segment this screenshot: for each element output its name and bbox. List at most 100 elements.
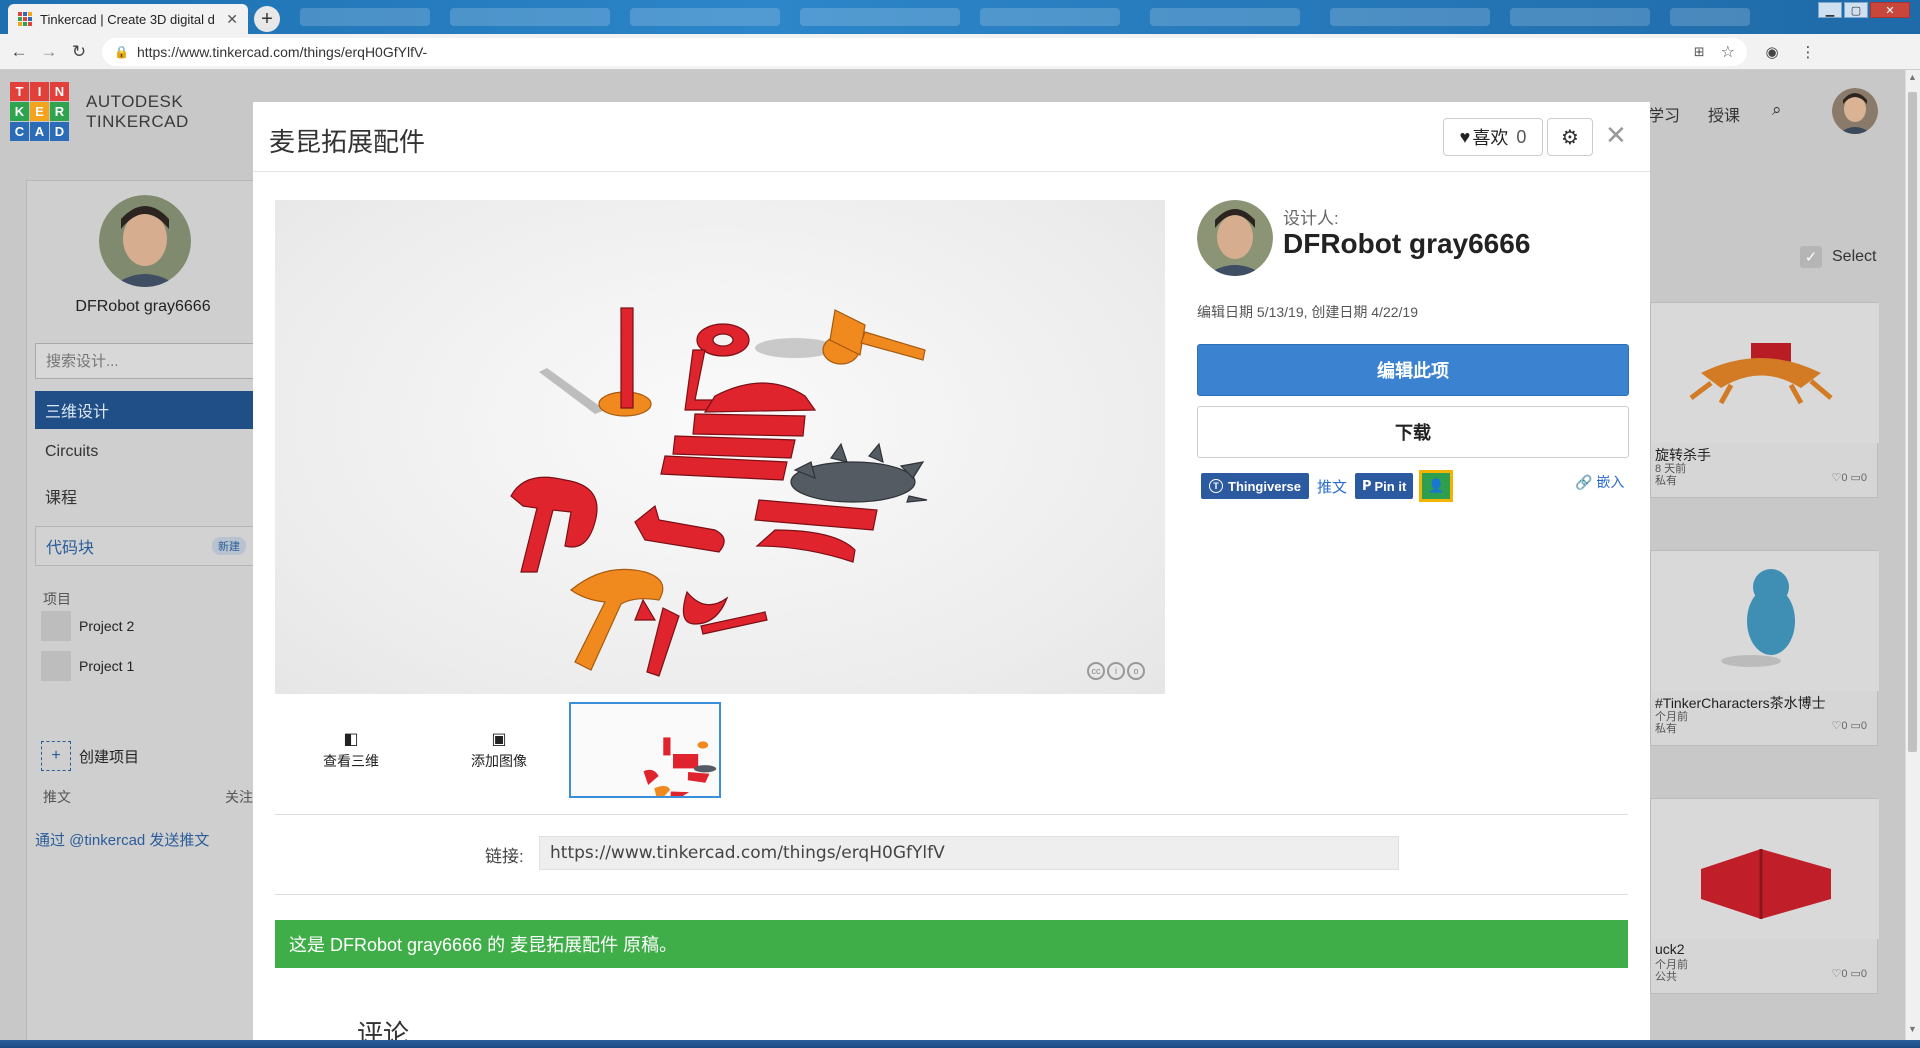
card-visibility: 私有 — [1655, 723, 1677, 735]
tinkercad-logo[interactable]: T I N K E R C A D — [10, 82, 69, 141]
thingiverse-share-button[interactable]: T Thingiverse — [1201, 473, 1309, 499]
back-icon[interactable]: ← — [8, 41, 30, 63]
tweet-share-link[interactable]: 推文 — [1317, 476, 1347, 497]
sidebar-item-3d-designs[interactable]: 三维设计 — [35, 391, 257, 429]
background-tab[interactable] — [1150, 8, 1300, 26]
pinterest-icon: 𝗣 — [1361, 478, 1372, 493]
license-icons[interactable]: cc i o — [1087, 662, 1145, 680]
project-name: Project 2 — [79, 618, 135, 634]
nav-learn[interactable]: 学习 — [1648, 102, 1680, 126]
card-visibility: 私有 — [1655, 475, 1677, 487]
translate-icon[interactable]: ⊞ — [1694, 44, 1705, 60]
lock-icon: 🔒 — [114, 44, 129, 59]
bookmark-star-icon[interactable]: ☆ — [1721, 42, 1735, 62]
design-detail-modal: 麦昆拓展配件 ♥ 喜欢 0 ⚙ ✕ cc i o ◧ 查看三维 ▣ 添加图像 链… — [253, 102, 1650, 1048]
background-tab[interactable] — [1510, 8, 1650, 26]
card-stats: ♡0 ▭0 — [1831, 472, 1867, 484]
background-tab[interactable] — [630, 8, 780, 26]
card-stats: ♡0 ▭0 — [1831, 968, 1867, 980]
design-thumbnail — [1651, 799, 1879, 939]
google-classroom-button[interactable]: 👤 — [1419, 470, 1454, 502]
background-tab[interactable] — [800, 8, 960, 26]
designer-name[interactable]: DFRobot gray6666 — [1283, 228, 1530, 260]
browser-tab-strip — [0, 0, 1920, 34]
projects-heading: 项目 — [43, 591, 71, 607]
heart-icon: ♥ — [1459, 126, 1471, 147]
scroll-up-arrow-icon[interactable]: ▲ — [1906, 72, 1919, 82]
gear-icon: ⚙ — [1561, 126, 1579, 149]
tweet-link[interactable]: 通过 @tinkercad 发送推文 — [35, 829, 209, 850]
forward-icon[interactable]: → — [38, 41, 60, 63]
design-dates: 编辑日期 5/13/19, 创建日期 4/22/19 — [1197, 304, 1418, 320]
download-button[interactable]: 下载 — [1197, 406, 1629, 458]
classroom-icon: 👤 — [1428, 478, 1445, 493]
card-age: 个月前 — [1655, 711, 1688, 723]
card-age: 8 天前 — [1655, 463, 1687, 475]
card-age: 个月前 — [1655, 959, 1688, 971]
image-thumbnail-selected[interactable] — [569, 702, 721, 804]
embed-link[interactable]: 🔗 嵌入 — [1575, 472, 1624, 492]
window-close-icon[interactable]: ✕ — [1870, 2, 1910, 18]
nav-teach[interactable]: 授课 — [1708, 102, 1740, 126]
design-card[interactable]: #TinkerCharacters茶水博士 个月前 私有 ♡0 ▭0 — [1650, 550, 1879, 746]
menu-dots-icon[interactable]: ⋮ — [1797, 41, 1819, 63]
design-thumbnail — [1651, 303, 1879, 443]
scrollbar-thumb[interactable] — [1908, 92, 1917, 752]
image-icon: ▣ — [491, 731, 507, 748]
designer-label: 设计人: — [1283, 209, 1339, 228]
brand-line-autodesk: AUTODESK — [86, 92, 184, 111]
design-preview[interactable]: cc i o — [275, 200, 1165, 694]
modal-header: 麦昆拓展配件 ♥ 喜欢 0 ⚙ ✕ — [253, 102, 1650, 172]
sidebar-avatar[interactable] — [99, 195, 191, 287]
background-tab[interactable] — [1670, 8, 1750, 26]
design-card[interactable]: uck2 个月前 公共 ♡0 ▭0 — [1650, 798, 1879, 994]
edit-design-button[interactable]: 编辑此项 — [1197, 344, 1629, 396]
share-link-field[interactable]: https://www.tinkercad.com/things/erqH0Gf… — [539, 836, 1399, 870]
search-designs-input[interactable] — [35, 343, 257, 379]
close-tab-icon[interactable]: ✕ — [226, 11, 238, 28]
designer-avatar[interactable] — [1197, 200, 1273, 276]
maximize-icon[interactable]: ▢ — [1844, 2, 1868, 18]
sidebar-item-circuits[interactable]: Circuits — [45, 443, 98, 461]
minimize-icon[interactable]: ▁ — [1818, 2, 1842, 18]
close-icon[interactable]: ✕ — [1605, 120, 1627, 151]
scroll-down-arrow-icon[interactable]: ▼ — [1906, 1024, 1919, 1034]
sidebar-user-name[interactable]: DFRobot gray6666 — [27, 298, 259, 316]
window-controls: ▁ ▢ ✕ — [1818, 2, 1910, 18]
tinkercad-favicon-icon — [18, 12, 32, 26]
profile-icon[interactable]: ◉ — [1761, 41, 1783, 63]
tab-title: Tinkercad | Create 3D digital d — [40, 11, 215, 27]
sidebar-item-codeblocks[interactable]: 代码块 新建 — [35, 526, 257, 566]
active-tab[interactable]: Tinkercad | Create 3D digital d ✕ — [8, 4, 248, 34]
background-tab[interactable] — [300, 8, 430, 26]
new-tab-button[interactable]: + — [254, 6, 280, 32]
create-project-button[interactable]: + 创建项目 — [41, 741, 139, 771]
background-tab[interactable] — [980, 8, 1120, 26]
sidebar-item-lessons[interactable]: 课程 — [45, 484, 77, 508]
view-3d-button[interactable]: ◧ 查看三维 — [275, 702, 427, 798]
search-icon[interactable]: ⌕ — [1772, 100, 1782, 120]
select-toggle[interactable]: ✓ Select — [1800, 246, 1876, 268]
like-button[interactable]: ♥ 喜欢 0 — [1443, 118, 1543, 156]
project-item[interactable]: Project 2 — [41, 611, 134, 641]
settings-button[interactable]: ⚙ — [1547, 118, 1593, 156]
background-tab[interactable] — [1330, 8, 1490, 26]
project-item[interactable]: Project 1 — [41, 651, 134, 681]
reload-icon[interactable]: ↻ — [68, 41, 90, 63]
card-title: uck2 — [1655, 941, 1685, 957]
tweets-label: 推文 — [43, 789, 71, 805]
address-bar-row: ← → ↻ 🔒 https://www.tinkercad.com/things… — [0, 34, 1920, 70]
pinterest-pin-button[interactable]: 𝗣 Pin it — [1354, 473, 1414, 499]
thingiverse-label: Thingiverse — [1228, 478, 1301, 494]
logo-letter: C — [10, 122, 29, 141]
design-card[interactable]: 旋转杀手 8 天前 私有 ♡0 ▭0 — [1650, 302, 1879, 498]
brand-wordmark: AUTODESK TINKERCAD — [86, 92, 189, 132]
add-image-button[interactable]: ▣ 添加图像 — [423, 702, 575, 798]
follow-link[interactable]: 关注 — [225, 787, 253, 807]
url-input[interactable]: 🔒 https://www.tinkercad.com/things/erqH0… — [102, 37, 1747, 66]
user-avatar[interactable] — [1832, 88, 1878, 134]
card-title: #TinkerCharacters茶水博士 — [1655, 695, 1826, 711]
background-tab[interactable] — [450, 8, 610, 26]
divider — [275, 894, 1628, 895]
attribution-icon: i — [1107, 662, 1125, 680]
